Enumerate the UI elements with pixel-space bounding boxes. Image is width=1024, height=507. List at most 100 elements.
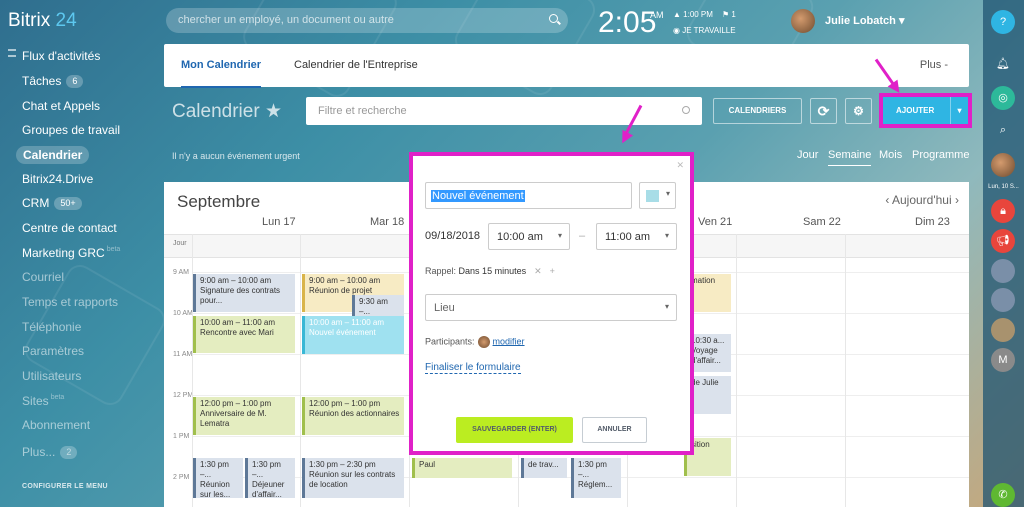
nav-item-courriel[interactable]: Courriel [22,270,64,284]
location-select[interactable]: Lieu ▾ [425,294,677,321]
view-week[interactable]: Semaine [828,149,872,166]
calendar-tabs-bar: Mon Calendrier Calendrier de l'Entrepris… [164,44,969,88]
time-label: 11 AM [173,351,193,358]
star-icon[interactable]: ★ [265,101,282,122]
save-button[interactable]: SAUVEGARDER (ENTER) [456,417,573,443]
user-name[interactable]: Julie Lobatch ▾ [825,14,904,27]
month-title: Septembre [177,192,261,211]
flag-indicator[interactable]: ⚑ 1 [722,10,736,19]
annotation-arrowhead [616,129,634,147]
contact-avatar[interactable] [991,318,1015,342]
nav-item-plus[interactable]: Plus... 2 [22,445,78,460]
left-sidebar: Bitrix 24 Flux d'activités Tâches 6 Chat … [0,0,165,507]
nav-item-temps[interactable]: Temps et rapports [22,295,118,309]
today-nav[interactable]: ‹ Aujourd'hui › [885,193,959,207]
day-header: Ven 21 [698,216,733,228]
chevron-down-icon: ▾ [557,231,562,240]
calendar-event[interactable]: 1:30 pm – 2:30 pm Réunion sur les contra… [302,458,404,498]
day-header: Lun 17 [262,216,296,228]
calendar-event[interactable]: 9:30 am –... Rencont... [352,295,404,317]
search-icon[interactable]: ⌕ [991,118,1015,142]
remove-reminder-icon[interactable]: ✕ [534,266,542,276]
calendar-event[interactable]: 12:00 pm – 1:00 pm Anniversaire de M. Le… [193,397,295,435]
right-sidebar [983,0,1024,507]
view-program[interactable]: Programme [912,149,969,161]
chevron-down-icon: ▾ [664,302,669,311]
gear-icon[interactable]: ⚙ [845,98,872,124]
participants-row: Participants: modifier [425,336,525,348]
start-time-select[interactable]: 10:00 am ▾ [488,223,570,250]
tasks-count-badge: 6 [66,75,84,89]
calendar-event[interactable]: 12:00 pm – 1:00 pm Réunion des actionnai… [302,397,404,435]
tabs-more-button[interactable]: Plus - [920,59,948,71]
help-icon[interactable]: ? [991,10,1015,34]
add-reminder-icon[interactable]: + [550,266,555,276]
calendar-event-new[interactable]: 10:00 am – 11:00 am Nouvel événement [302,316,404,354]
clock-time: 2:05 [598,6,657,39]
event-name-input[interactable]: Nouvel événement [425,182,632,209]
day-header: Sam 22 [803,216,841,228]
chat-icon[interactable]: ◎ [991,86,1015,110]
filter-search-input[interactable]: Filtre et recherche [306,97,702,125]
event-color-picker[interactable]: ▾ [639,182,676,209]
reminder-value[interactable]: Dans 15 minutes [459,266,527,276]
phone-icon[interactable]: ✆ [991,483,1015,507]
contact-avatar[interactable] [991,259,1015,283]
tab-company-calendar[interactable]: Calendrier de l'Entreprise [294,59,418,71]
end-time-select[interactable]: 11:00 am ▾ [596,223,677,250]
nav-item-marketing[interactable]: Marketing GRC beta [22,246,120,260]
contact-avatar[interactable] [991,153,1015,177]
page-title: Calendrier ★ [172,101,282,122]
user-avatar[interactable] [791,9,815,33]
search-icon[interactable] [549,14,558,23]
nav-item-groupes[interactable]: Groupes de travail [22,123,120,137]
calendar-event[interactable]: 10:00 am – 11:00 am Rencontre avec Mari [193,316,295,353]
nav-item-flux[interactable]: Flux d'activités [22,49,100,63]
add-button[interactable]: AJOUTER ▾ [883,97,968,124]
nav-item-crm[interactable]: CRM 50+ [22,196,82,211]
close-icon[interactable]: ✕ [676,160,684,171]
event-date-field[interactable]: 09/18/2018 [425,230,480,242]
nav-item-sites[interactable]: Sites beta [22,394,64,408]
contact-avatar-letter[interactable]: M [991,348,1015,372]
nav-item-parametres[interactable]: Paramètres [22,344,84,358]
calendar-event[interactable]: 1:30 pm –... Déjeuner d'affair... [245,458,295,498]
calendar-event[interactable]: 9:00 am – 10:00 am Signature des contrat… [193,274,295,312]
calendar-event[interactable]: 1:30 pm –... Réglem... [571,458,621,498]
megaphone-icon[interactable]: 📢︎ [991,229,1015,253]
nav-item-calendrier[interactable]: Calendrier [16,146,90,164]
nav-item-utilisateurs[interactable]: Utilisateurs [22,369,81,383]
alarm-indicator[interactable]: ▲ 1:00 PM [673,10,713,19]
view-day[interactable]: Jour [797,149,818,161]
day-header: Mar 18 [370,216,405,228]
app-logo[interactable]: Bitrix 24 [8,10,77,32]
nav-item-drive[interactable]: Bitrix24.Drive [22,172,93,186]
nav-item-chat[interactable]: Chat et Appels [22,99,100,113]
contact-avatar[interactable] [991,288,1015,312]
calendar-event[interactable]: de trav... [521,458,567,478]
chevron-down-icon[interactable]: ▾ [950,97,968,124]
clock-ampm: AM [650,10,664,20]
menu-burger-icon[interactable] [8,49,16,57]
configure-menu-link[interactable]: CONFIGURER LE MENU [22,483,108,490]
tab-my-calendar[interactable]: Mon Calendrier [181,59,262,88]
nav-item-centre-contact[interactable]: Centre de contact [22,221,117,235]
nav-item-telephonie[interactable]: Téléphonie [22,320,81,334]
bell-icon[interactable]: 🔔︎ [991,52,1015,76]
sync-icon[interactable]: ⟳ [810,98,837,124]
crm-count-badge: 50+ [54,197,82,211]
calendars-button[interactable]: CALENDRIERS [713,98,802,124]
date-label: Lun, 10 S... [988,184,1019,190]
finalize-form-link[interactable]: Finaliser le formulaire [425,362,521,374]
calendar-event[interactable]: 1:30 pm –... Réunion sur les... [193,458,243,498]
nav-item-taches[interactable]: Tâches 6 [22,74,84,89]
modify-participants-link[interactable]: modifier [493,336,525,346]
cancel-button[interactable]: ANNULER [582,417,647,443]
work-status[interactable]: ◉ JE TRAVAILLE [673,26,736,35]
search-icon[interactable] [682,106,690,114]
nav-item-abonnement[interactable]: Abonnement [22,418,90,432]
calendar-event[interactable]: Paul [412,458,512,478]
lock-icon[interactable]: 🔒︎ [991,199,1015,223]
global-search-input[interactable]: chercher un employé, un document ou autr… [166,8,568,33]
view-month[interactable]: Mois [879,149,902,161]
